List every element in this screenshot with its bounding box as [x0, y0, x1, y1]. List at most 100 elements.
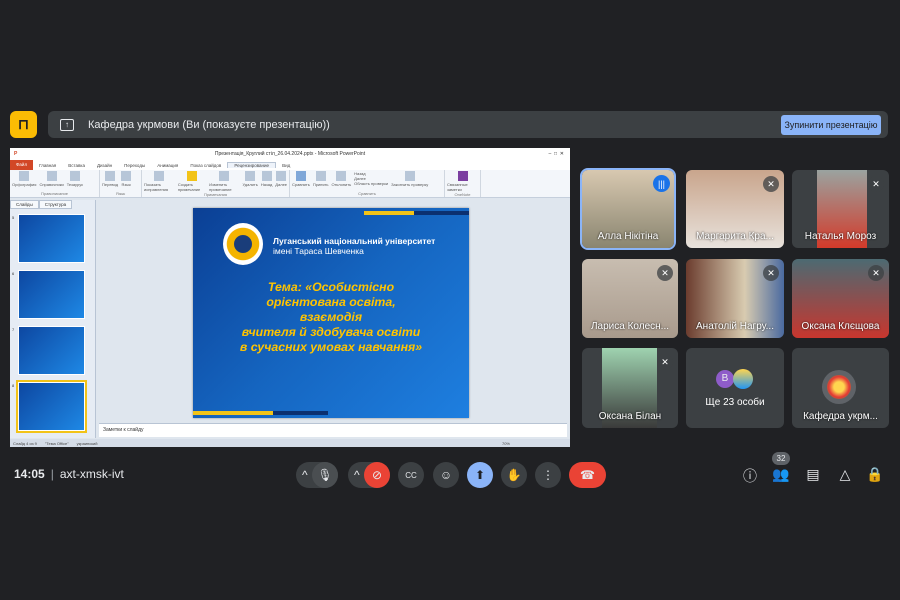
slide-theme: Тема: «Особистісно орієнтована освіта, вза…: [239, 280, 423, 354]
compare-button[interactable]: Сравнить: [292, 171, 310, 187]
host-controls-lock-icon[interactable]: 🔒: [866, 466, 884, 483]
university-name: Луганський національний університет: [273, 236, 436, 246]
camera-off-button[interactable]: ⊘: [364, 462, 390, 488]
reject-button[interactable]: Отклонить: [331, 171, 351, 187]
ribbon: Орфография Справочники Тезаурус Правопис…: [10, 170, 570, 198]
references-button[interactable]: Справочники: [39, 171, 64, 187]
mic-off-icon: ✕: [763, 265, 779, 281]
edit-comment-button[interactable]: Изменить примечание: [209, 171, 239, 192]
powerpoint-window: P Презентація_Круглий стіл_26.04.2024.pp…: [10, 148, 570, 447]
status-bar: Слайд 4 из 9 "Тема Office" украинский 70…: [10, 439, 570, 447]
group-spelling: Орфография Справочники Тезаурус Правопис…: [10, 170, 100, 197]
group-language: Перевод Язык Язык: [100, 170, 142, 197]
camera-off-icon: ⊘: [371, 468, 383, 482]
mic-off-icon: ✕: [763, 176, 779, 192]
meeting-code: axt-xmsk-ivt: [59, 467, 124, 481]
participant-tile[interactable]: ✕ Анатолій Нагру...: [686, 259, 784, 338]
mic-off-icon: ✕: [868, 265, 884, 281]
mic-icon: 🎙: [317, 468, 333, 482]
emoji-icon: ☺: [439, 468, 453, 482]
tab-outline[interactable]: Структура: [38, 200, 73, 209]
slides-pane: Слайды Структура 5 6 7 8: [10, 200, 96, 438]
participant-tile[interactable]: ✕ Оксана Клєщова: [792, 259, 889, 338]
raise-hand-button[interactable]: ✋: [501, 462, 527, 488]
ribbon-tabs: Файл Главная Вставка Дизайн Переходы Ани…: [10, 160, 570, 170]
mic-off-icon: ✕: [657, 354, 673, 370]
thesaurus-button[interactable]: Тезаурус: [67, 171, 83, 187]
accept-button[interactable]: Принять: [313, 171, 328, 187]
university-logo-icon: [223, 223, 263, 265]
more-participants-tile[interactable]: В Ще 23 особи: [686, 348, 784, 428]
tab-file[interactable]: Файл: [10, 160, 34, 170]
present-icon: ⬆: [474, 468, 486, 482]
new-comment-button[interactable]: Создать примечание: [178, 171, 206, 192]
tab-animation[interactable]: Анимация: [151, 163, 184, 168]
meeting-info: 14:05 | axt-xmsk-ivt: [14, 467, 124, 481]
tab-insert[interactable]: Вставка: [62, 163, 91, 168]
tab-design[interactable]: Дизайн: [91, 163, 118, 168]
mic-off-icon: ✕: [868, 176, 884, 192]
avatar: В: [716, 370, 734, 388]
slide-thumbnail[interactable]: 6: [12, 270, 85, 319]
next-comment-button[interactable]: Далее: [275, 171, 287, 192]
group-onenote: Связанные заметки OneNote: [445, 170, 481, 197]
reactions-button[interactable]: ☺: [433, 462, 459, 488]
more-options-button[interactable]: ⋮: [535, 462, 561, 488]
host-controls-icon[interactable]: ⊓: [10, 111, 37, 138]
speaking-icon: |||: [653, 175, 670, 192]
participant-tile[interactable]: ✕ Маргарита Кра...: [686, 170, 784, 248]
info-icon[interactable]: ⓘ: [741, 466, 759, 486]
group-comments: Показать исправления Создать примечание …: [142, 170, 290, 197]
spelling-button[interactable]: Орфография: [12, 171, 36, 187]
more-vert-icon: ⋮: [542, 468, 554, 482]
participant-tile[interactable]: ✕ Лариса Колесн...: [582, 259, 678, 338]
present-icon: ↑: [60, 118, 74, 131]
participant-tile[interactable]: ||| Алла Нікітіна: [580, 168, 676, 250]
language-button[interactable]: Язык: [121, 171, 132, 187]
activities-icon[interactable]: △: [836, 466, 854, 483]
university-subname: імені Тараса Шевченка: [273, 246, 364, 256]
avatar: [733, 369, 753, 389]
notes-field[interactable]: Заметки к слайду: [99, 423, 567, 437]
avatar: [822, 370, 856, 404]
participant-tile[interactable]: ✕ Оксана Білан: [582, 348, 678, 428]
tab-transitions[interactable]: Переходы: [118, 163, 151, 168]
previous-comment-button[interactable]: Назад: [261, 171, 272, 192]
slide-thumbnail[interactable]: 5: [12, 214, 85, 263]
hand-icon: ✋: [506, 468, 522, 482]
presenting-banner: ↑ Кафедра укрмови (Ви (показуєте презент…: [48, 111, 888, 138]
stop-presenting-button[interactable]: Зупинити презентацію: [781, 115, 881, 135]
show-markup-button[interactable]: Показать исправления: [144, 171, 175, 192]
slide-thumbnail-selected[interactable]: 8: [12, 380, 87, 433]
ppt-window-title: Презентація_Круглий стіл_26.04.2024.pptx…: [214, 151, 366, 157]
hang-up-icon: ☎: [580, 468, 595, 482]
chat-icon[interactable]: ▤: [804, 466, 822, 483]
banner-text: Кафедра укрмови (Ви (показуєте презентац…: [88, 118, 330, 131]
present-button[interactable]: ⬆: [467, 462, 493, 488]
slide-thumbnail[interactable]: 7: [12, 326, 85, 375]
current-slide[interactable]: Луганський національний університет імені…: [193, 208, 469, 418]
reviewing-pane-button[interactable]: Область проверки: [354, 181, 388, 186]
participant-tile[interactable]: ✕ Наталья Мороз: [792, 170, 889, 248]
people-icon[interactable]: 👥: [772, 466, 790, 483]
leave-call-button[interactable]: ☎: [569, 462, 606, 488]
window-controls[interactable]: – □ ✕: [548, 151, 564, 157]
self-tile[interactable]: Кафедра укрм...: [792, 348, 889, 428]
linked-notes-button[interactable]: Связанные заметки: [447, 171, 478, 192]
delete-comment-button[interactable]: Удалить: [243, 171, 258, 192]
group-compare: Сравнить Принять Отклонить Назад Далее О…: [290, 170, 445, 197]
mic-off-icon: ✕: [657, 265, 673, 281]
tab-slides[interactable]: Слайды: [10, 200, 39, 209]
ppt-title-bar: P Презентація_Круглий стіл_26.04.2024.pp…: [10, 148, 570, 160]
tab-review[interactable]: Рецензирование: [227, 162, 277, 168]
zoom-level[interactable]: 70%: [502, 441, 510, 446]
captions-icon: CC: [405, 470, 417, 480]
tab-slideshow[interactable]: Показ слайдов: [184, 163, 227, 168]
participant-count-badge: 32: [772, 452, 790, 465]
tab-home[interactable]: Главная: [33, 163, 62, 168]
mic-button[interactable]: 🎙: [312, 462, 338, 488]
translate-button[interactable]: Перевод: [102, 171, 118, 187]
tab-view[interactable]: Вид: [276, 163, 296, 168]
end-review-button[interactable]: Закончить проверку: [391, 171, 428, 187]
captions-button[interactable]: CC: [398, 462, 424, 488]
